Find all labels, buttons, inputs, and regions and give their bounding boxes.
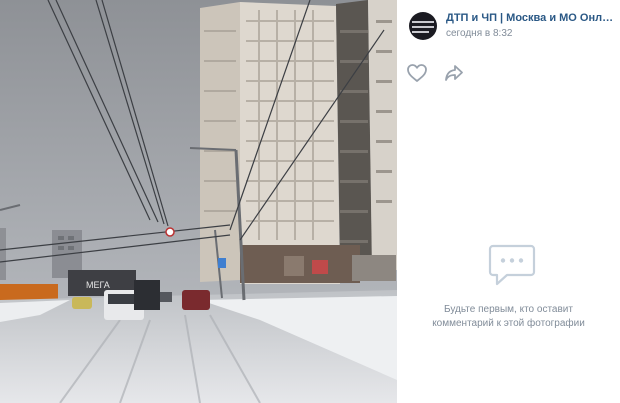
post-panel: ДТП и ЧП | Москва и МО Онлайн | ... сего…	[397, 0, 620, 403]
group-avatar[interactable]	[409, 12, 437, 40]
photo-viewer[interactable]: МЕГА	[0, 0, 397, 403]
group-name-link[interactable]: ДТП и ЧП | Москва и МО Онлайн | ...	[446, 12, 616, 24]
share-arrow-icon	[445, 65, 463, 81]
post-timestamp[interactable]: сегодня в 8:32	[446, 28, 512, 39]
heart-icon	[407, 64, 427, 82]
comments-empty-state: Будьте первым, кто оставит комментарий к…	[397, 303, 620, 331]
street-photo: МЕГА	[0, 0, 397, 403]
mega-sign: МЕГА	[86, 280, 110, 290]
like-button[interactable]	[405, 61, 429, 85]
share-button[interactable]	[442, 61, 466, 85]
comment-bubble-icon	[487, 242, 537, 290]
empty-state-line-2: комментарий к этой фотографии	[432, 318, 585, 329]
empty-state-line-1: Будьте первым, кто оставит	[444, 304, 573, 315]
